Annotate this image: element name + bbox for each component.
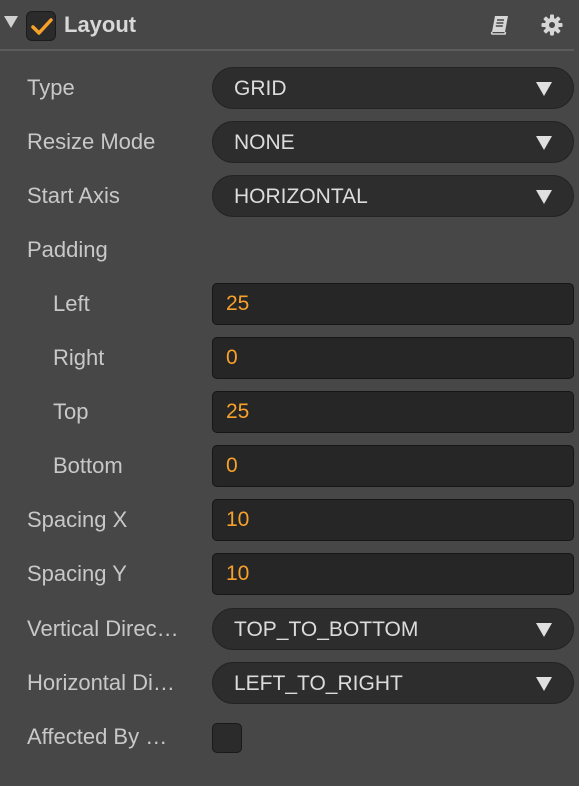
dropdown-arrow-icon (536, 677, 552, 691)
padding-right-row: Right (0, 337, 579, 379)
start-axis-select-value: HORIZONTAL (234, 185, 368, 208)
padding-label: Padding (27, 237, 108, 262)
spacing-y-label: Spacing Y (27, 561, 127, 586)
resize-mode-select[interactable]: NONE (212, 121, 574, 163)
type-label: Type (27, 75, 75, 100)
spacing-y-row: Spacing Y (0, 553, 579, 595)
start-axis-label: Start Axis (27, 183, 120, 208)
spacing-y-input[interactable] (212, 553, 574, 595)
padding-row: Padding (0, 229, 579, 271)
check-icon (31, 18, 53, 35)
affected-by-scale-row: Affected By … (0, 716, 579, 758)
vertical-direction-label: Vertical Direc… (27, 616, 179, 641)
horizontal-direction-row: Horizontal Di… LEFT_TO_RIGHT (0, 662, 579, 704)
affected-by-scale-checkbox[interactable] (212, 723, 242, 753)
collapse-arrow-icon[interactable] (4, 16, 18, 28)
resize-mode-select-value: NONE (234, 131, 295, 154)
layout-component-panel: Layout Type GRID Resize Mode NONE Start … (0, 0, 579, 786)
dropdown-arrow-icon (536, 190, 552, 204)
dropdown-arrow-icon (536, 82, 552, 96)
type-select[interactable]: GRID (212, 67, 574, 109)
padding-bottom-label: Bottom (53, 453, 123, 478)
resize-mode-row: Resize Mode NONE (0, 121, 579, 163)
horizontal-direction-select[interactable]: LEFT_TO_RIGHT (212, 662, 574, 704)
padding-right-input[interactable] (212, 337, 574, 379)
spacing-x-label: Spacing X (27, 507, 128, 532)
book-icon[interactable] (488, 13, 512, 37)
start-axis-row: Start Axis HORIZONTAL (0, 175, 579, 217)
padding-top-label: Top (53, 399, 89, 424)
affected-by-scale-label: Affected By … (27, 724, 168, 749)
component-enable-checkbox[interactable] (26, 11, 56, 41)
start-axis-select[interactable]: HORIZONTAL (212, 175, 574, 217)
padding-top-input[interactable] (212, 391, 574, 433)
padding-top-row: Top (0, 391, 579, 433)
padding-left-label: Left (53, 291, 90, 316)
spacing-x-input[interactable] (212, 499, 574, 541)
resize-mode-label: Resize Mode (27, 129, 156, 154)
padding-left-input[interactable] (212, 283, 574, 325)
horizontal-direction-label: Horizontal Di… (27, 670, 175, 695)
gear-icon[interactable] (540, 13, 564, 37)
component-header: Layout (0, 0, 579, 51)
padding-left-row: Left (0, 283, 579, 325)
spacing-x-row: Spacing X (0, 499, 579, 541)
type-select-value: GRID (234, 77, 287, 100)
type-row: Type GRID (0, 67, 579, 109)
dropdown-arrow-icon (536, 136, 552, 150)
vertical-direction-select[interactable]: TOP_TO_BOTTOM (212, 608, 574, 650)
header-divider (0, 49, 574, 51)
padding-right-label: Right (53, 345, 105, 370)
vertical-direction-select-value: TOP_TO_BOTTOM (234, 618, 419, 641)
horizontal-direction-select-value: LEFT_TO_RIGHT (234, 672, 403, 695)
dropdown-arrow-icon (536, 623, 552, 637)
vertical-direction-row: Vertical Direc… TOP_TO_BOTTOM (0, 608, 579, 650)
padding-bottom-input[interactable] (212, 445, 574, 487)
padding-bottom-row: Bottom (0, 445, 579, 487)
component-title: Layout (64, 12, 137, 37)
